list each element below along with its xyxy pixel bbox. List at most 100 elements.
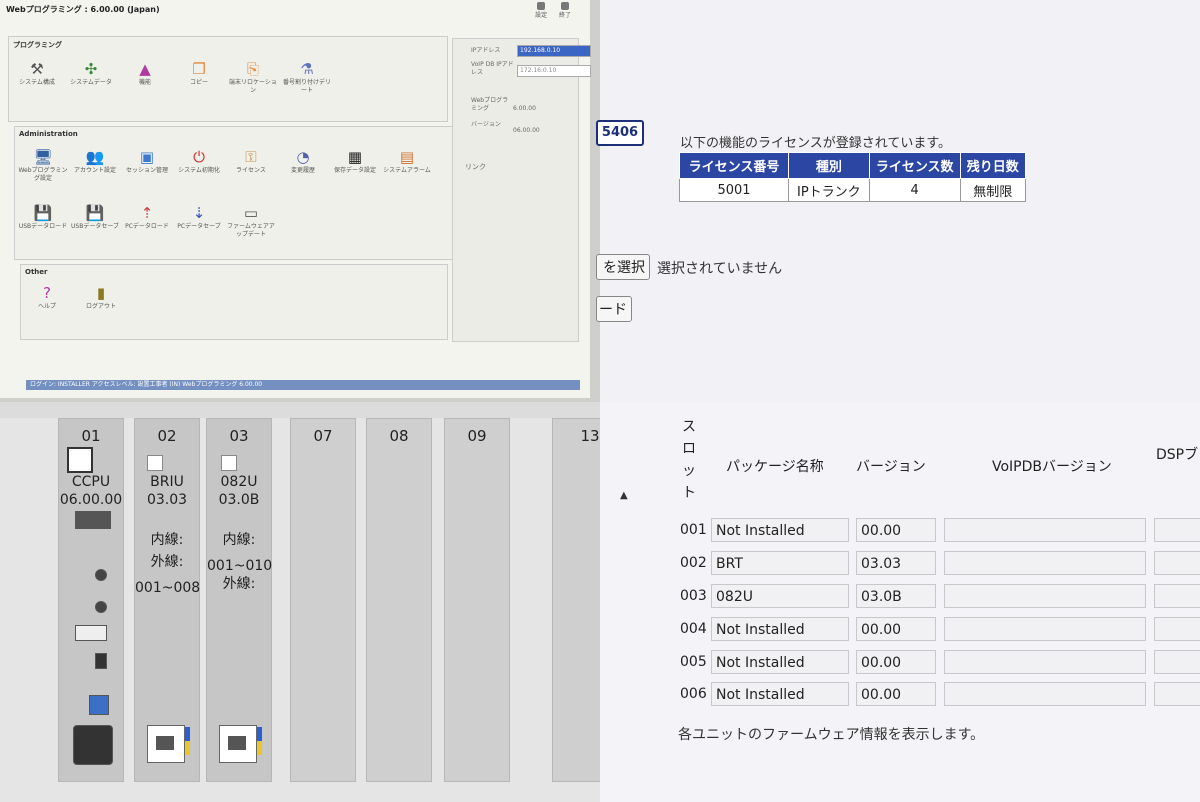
dip-switch-icon [89,695,109,715]
license-number-header: ライセンス番号 [679,152,789,179]
license-badge: 5406 [596,120,644,146]
slot-line: 06.00.00 [59,492,123,508]
collapse-arrow-icon[interactable]: ▲ [620,490,628,501]
fan-icon [73,725,113,765]
other-title: Other [25,268,48,276]
top-toolbar: 設定 終了 [530,2,576,19]
slot-line: 03.0B [218,492,260,508]
version-label: バージョン [471,121,501,128]
monitor-icon: 🖥 [33,148,53,166]
help-icon: ? [43,284,51,302]
voip-field[interactable]: 172.16.0.10 [517,65,591,77]
usb-save-tile[interactable]: 💾 USBデータセーブ [69,203,121,231]
slot-top-rail [0,402,600,418]
package-cell: Not Installed [711,682,849,706]
package-cell: Not Installed [711,617,849,641]
rj45-port-icon [147,725,185,763]
help-tile[interactable]: ? ヘルプ [21,283,73,311]
power-icon: ⏻ [193,148,205,166]
pc-load-tile[interactable]: ⇡ PCデータロード [121,203,173,231]
system-config-tile[interactable]: ⚒ システム構成 [11,59,63,87]
settings-button[interactable]: 設定 [530,2,552,19]
link-label: リンク [465,163,486,171]
port-icon [75,511,111,529]
slot-09[interactable]: 09 [444,418,510,782]
slot-column-header: スロット [682,419,696,501]
voipdb-cell [944,584,1146,608]
slot-number: 02 [157,427,177,445]
package-cell: Not Installed [711,518,849,542]
port-flag-icon [257,741,262,755]
history-tile[interactable]: ◔ 変更履歴 [277,147,329,175]
web-settings-tile[interactable]: 🖥 Webプログラミング設定 [17,147,69,183]
pc-save-tile[interactable]: ⇣ PCデータセーブ [173,203,225,231]
alarm-icon: ▤ [399,148,415,166]
package-cell: 082U [711,584,849,608]
slot-line: 内線: [150,532,184,548]
programming-panel: プログラミング ⚒ システム構成 ✣ システムデータ ▲ 機能 ❐ コピー ⎘ 端末リロケ… [8,36,448,122]
ip-field[interactable]: 192.168.0.10 [517,45,591,57]
pc-save-icon: ⇣ [192,204,206,222]
license-tile[interactable]: ⚿ ライセンス [225,147,277,175]
slot-03[interactable]: 03 082U 03.0B 内線: 001~010 外線: [206,418,272,782]
save-data-tile[interactable]: ▦ 保存データ設定 [329,147,381,175]
usb-load-tile[interactable]: 💾 USBデータロード [17,203,69,231]
usb-port-icon [75,625,107,641]
load-button[interactable]: ード [596,296,632,322]
no-selection-text: 選択されていません [657,261,783,277]
slot-01[interactable]: 01 CCPU 06.00.00 [58,418,124,782]
slot-number: 08 [389,427,409,445]
slot-id: 003 [680,588,707,604]
exit-icon [561,2,569,10]
number-assign-tile[interactable]: ⚗ 番号割り付けデリート [281,59,333,95]
logout-icon: ▮ [96,284,106,302]
account-settings-tile[interactable]: 👥 アカウント設定 [69,147,121,175]
remaining-days-header: 残り日数 [959,152,1026,179]
firmware-icon: ▭ [243,204,259,222]
slot-number: 09 [467,427,487,445]
session-tile[interactable]: ▣ セッション管理 [121,147,173,175]
select-file-button[interactable]: を選択 [596,254,650,280]
slot-13[interactable]: 13 [552,418,601,782]
system-data-tile[interactable]: ✣ システムデータ [65,59,117,87]
license-heading: 以下の機能のライセンスが登録されています。 [680,136,952,151]
function-tile[interactable]: ▲ 機能 [119,59,171,87]
version-column-header: バージョン [856,459,926,475]
slot-indicator [221,455,237,471]
version-value: 06.00.00 [513,127,540,134]
slot-line: 001~010 [207,558,273,574]
version-cell: 00.00 [856,617,936,641]
slot-line: 外線: [150,554,184,570]
voipdb-cell [944,617,1146,641]
slot-07[interactable]: 07 [290,418,356,782]
system-alarm-tile[interactable]: ▤ システムアラーム [381,147,433,175]
version-cell: 03.0B [856,584,936,608]
dsp-cell [1154,551,1200,575]
firmware-update-tile[interactable]: ▭ ファームウェアアップデート [225,203,277,239]
table-row: 5001 IPトランク 4 無制限 [679,178,1026,202]
slot-08[interactable]: 08 [366,418,432,782]
system-init-tile[interactable]: ⏻ システム初期化 [173,147,225,175]
package-column-header: パッケージ名称 [726,459,824,475]
slot-id: 005 [680,654,707,670]
slot-line: 082U [220,474,258,490]
logout-tile[interactable]: ▮ ログアウト [75,283,127,311]
web-label: Webプログラミング [471,97,509,112]
slot-id: 006 [680,686,707,702]
slot-02[interactable]: 02 BRIU 03.03 内線: 外線: 001~008 [134,418,200,782]
package-cell: Not Installed [711,650,849,674]
pc-load-icon: ⇡ [140,204,154,222]
users-icon: 👥 [85,148,105,166]
copy-tile[interactable]: ❐ コピー [173,59,225,87]
version-cell: 00.00 [856,650,936,674]
rj45-port-icon [219,725,257,763]
license-count-header: ライセンス数 [868,152,961,179]
exit-button[interactable]: 終了 [554,2,576,19]
relocation-tile[interactable]: ⎘ 端末リロケーション [227,59,279,95]
slot-line: CCPU [71,474,111,490]
slot-number: 07 [313,427,333,445]
slot-id: 002 [680,555,707,571]
voipdb-cell [944,682,1146,706]
slot-number: 03 [229,427,249,445]
license-number-cell: 5001 [679,178,789,202]
